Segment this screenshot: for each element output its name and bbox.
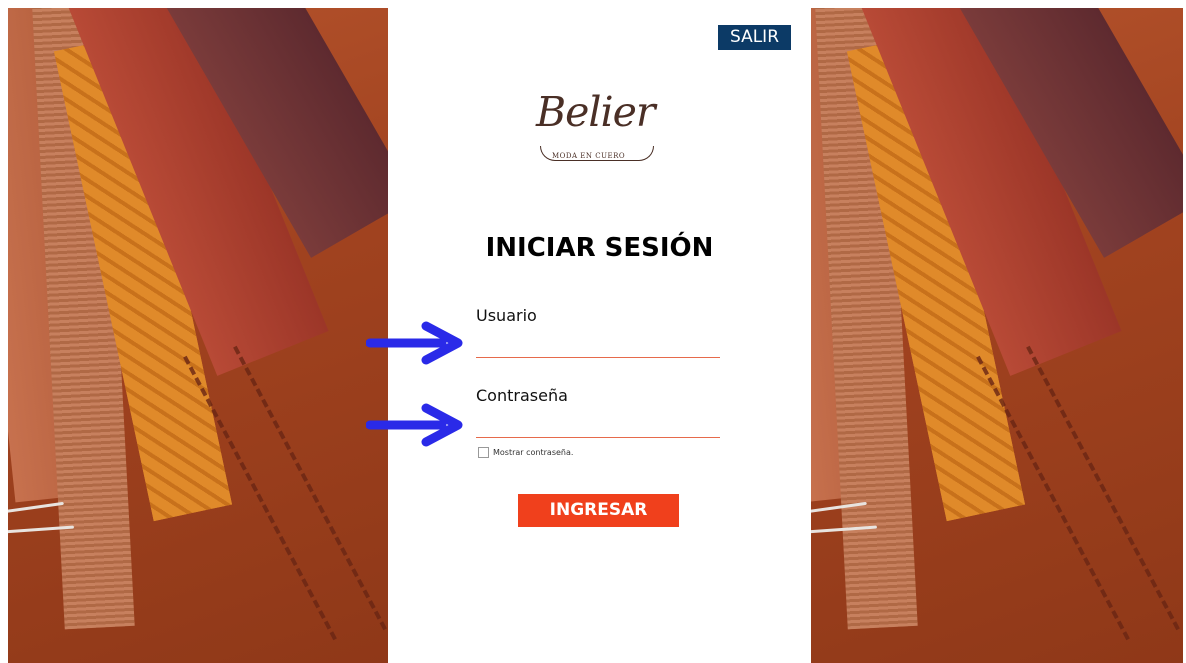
username-field[interactable]	[476, 335, 720, 358]
leather-background-left	[8, 8, 388, 663]
login-button[interactable]: INGRESAR	[518, 494, 679, 527]
show-password-option[interactable]: Mostrar contraseña.	[478, 447, 573, 458]
exit-button[interactable]: SALIR	[718, 25, 791, 50]
show-password-label: Mostrar contraseña.	[493, 448, 574, 457]
brand-logo: Belier MODA EN CUERO	[528, 88, 668, 178]
arrow-right-icon	[366, 321, 463, 365]
show-password-checkbox[interactable]	[478, 447, 489, 458]
needle	[8, 501, 64, 514]
brand-name: Belier	[536, 88, 655, 136]
password-field[interactable]	[476, 415, 720, 438]
brand-tagline: MODA EN CUERO	[552, 152, 626, 160]
page-title: INICIAR SESIÓN	[485, 233, 714, 263]
arrow-right-icon	[366, 403, 463, 447]
username-label: Usuario	[476, 306, 537, 325]
password-label: Contraseña	[476, 386, 568, 405]
leather-background-right	[811, 8, 1183, 663]
